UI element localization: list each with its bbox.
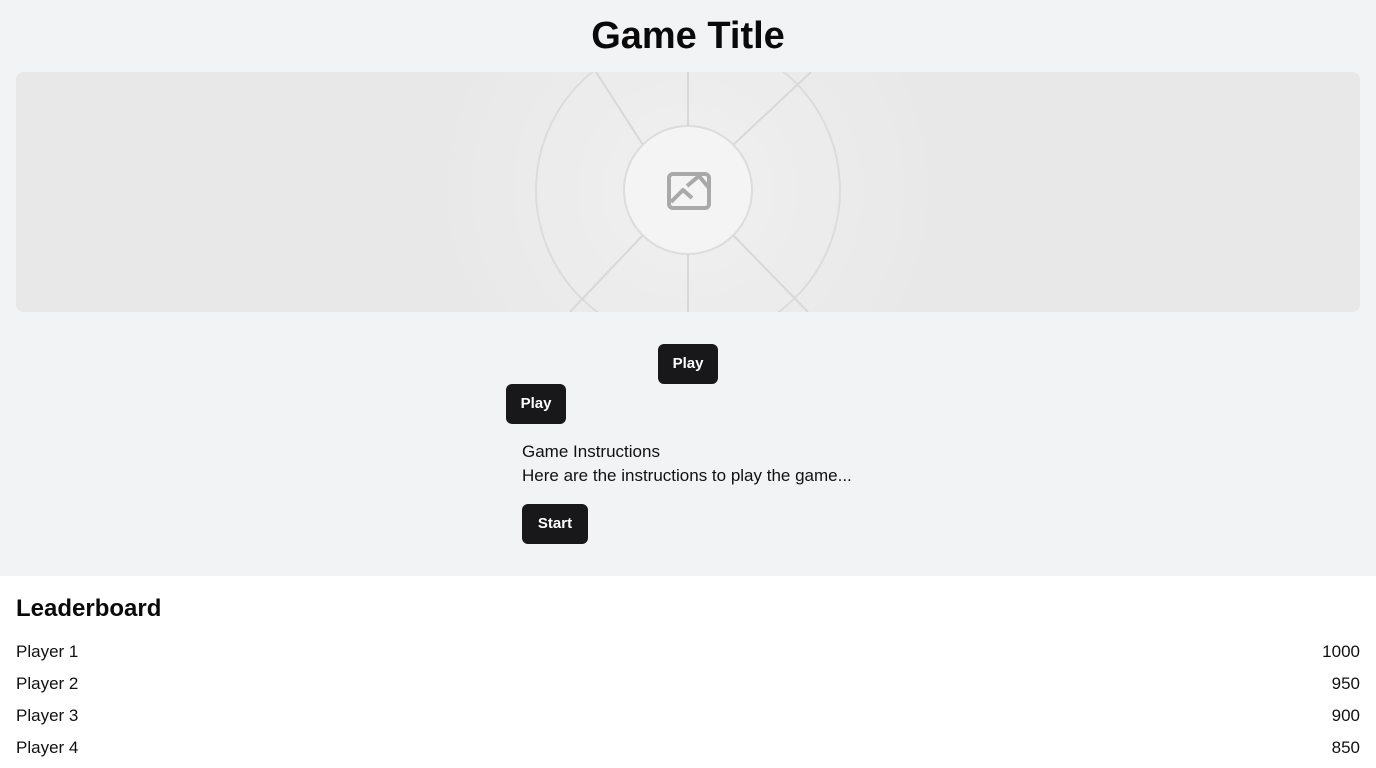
game-section: Game Title Play Play Game Instructions H… [0, 0, 1376, 576]
leaderboard-list: Player 1 1000 Player 2 950 Player 3 900 … [16, 640, 1360, 768]
game-image-placeholder [16, 72, 1360, 312]
player-score: 950 [1331, 674, 1360, 693]
leaderboard-row: Player 3 900 [16, 704, 1360, 736]
player-score: 1000 [1322, 642, 1360, 661]
play-button[interactable]: Play [658, 344, 718, 384]
start-button[interactable]: Start [522, 504, 588, 544]
instructions-title: Game Instructions [522, 442, 660, 461]
leaderboard: Leaderboard Player 1 1000 Player 2 950 P… [0, 576, 1376, 768]
leaderboard-row: Player 1 1000 [16, 640, 1360, 672]
leaderboard-row: Player 2 950 [16, 672, 1360, 704]
player-name: Player 4 [16, 738, 79, 757]
player-score: 900 [1331, 706, 1360, 725]
leaderboard-row: Player 4 850 [16, 736, 1360, 768]
page-title: Game Title [591, 15, 785, 57]
player-score: 850 [1331, 738, 1360, 757]
leaderboard-title: Leaderboard [16, 595, 162, 622]
player-name: Player 2 [16, 674, 79, 693]
play-button-secondary[interactable]: Play [506, 384, 566, 424]
instructions-text: Here are the instructions to play the ga… [522, 466, 852, 485]
player-name: Player 3 [16, 706, 79, 725]
player-name: Player 1 [16, 642, 79, 661]
